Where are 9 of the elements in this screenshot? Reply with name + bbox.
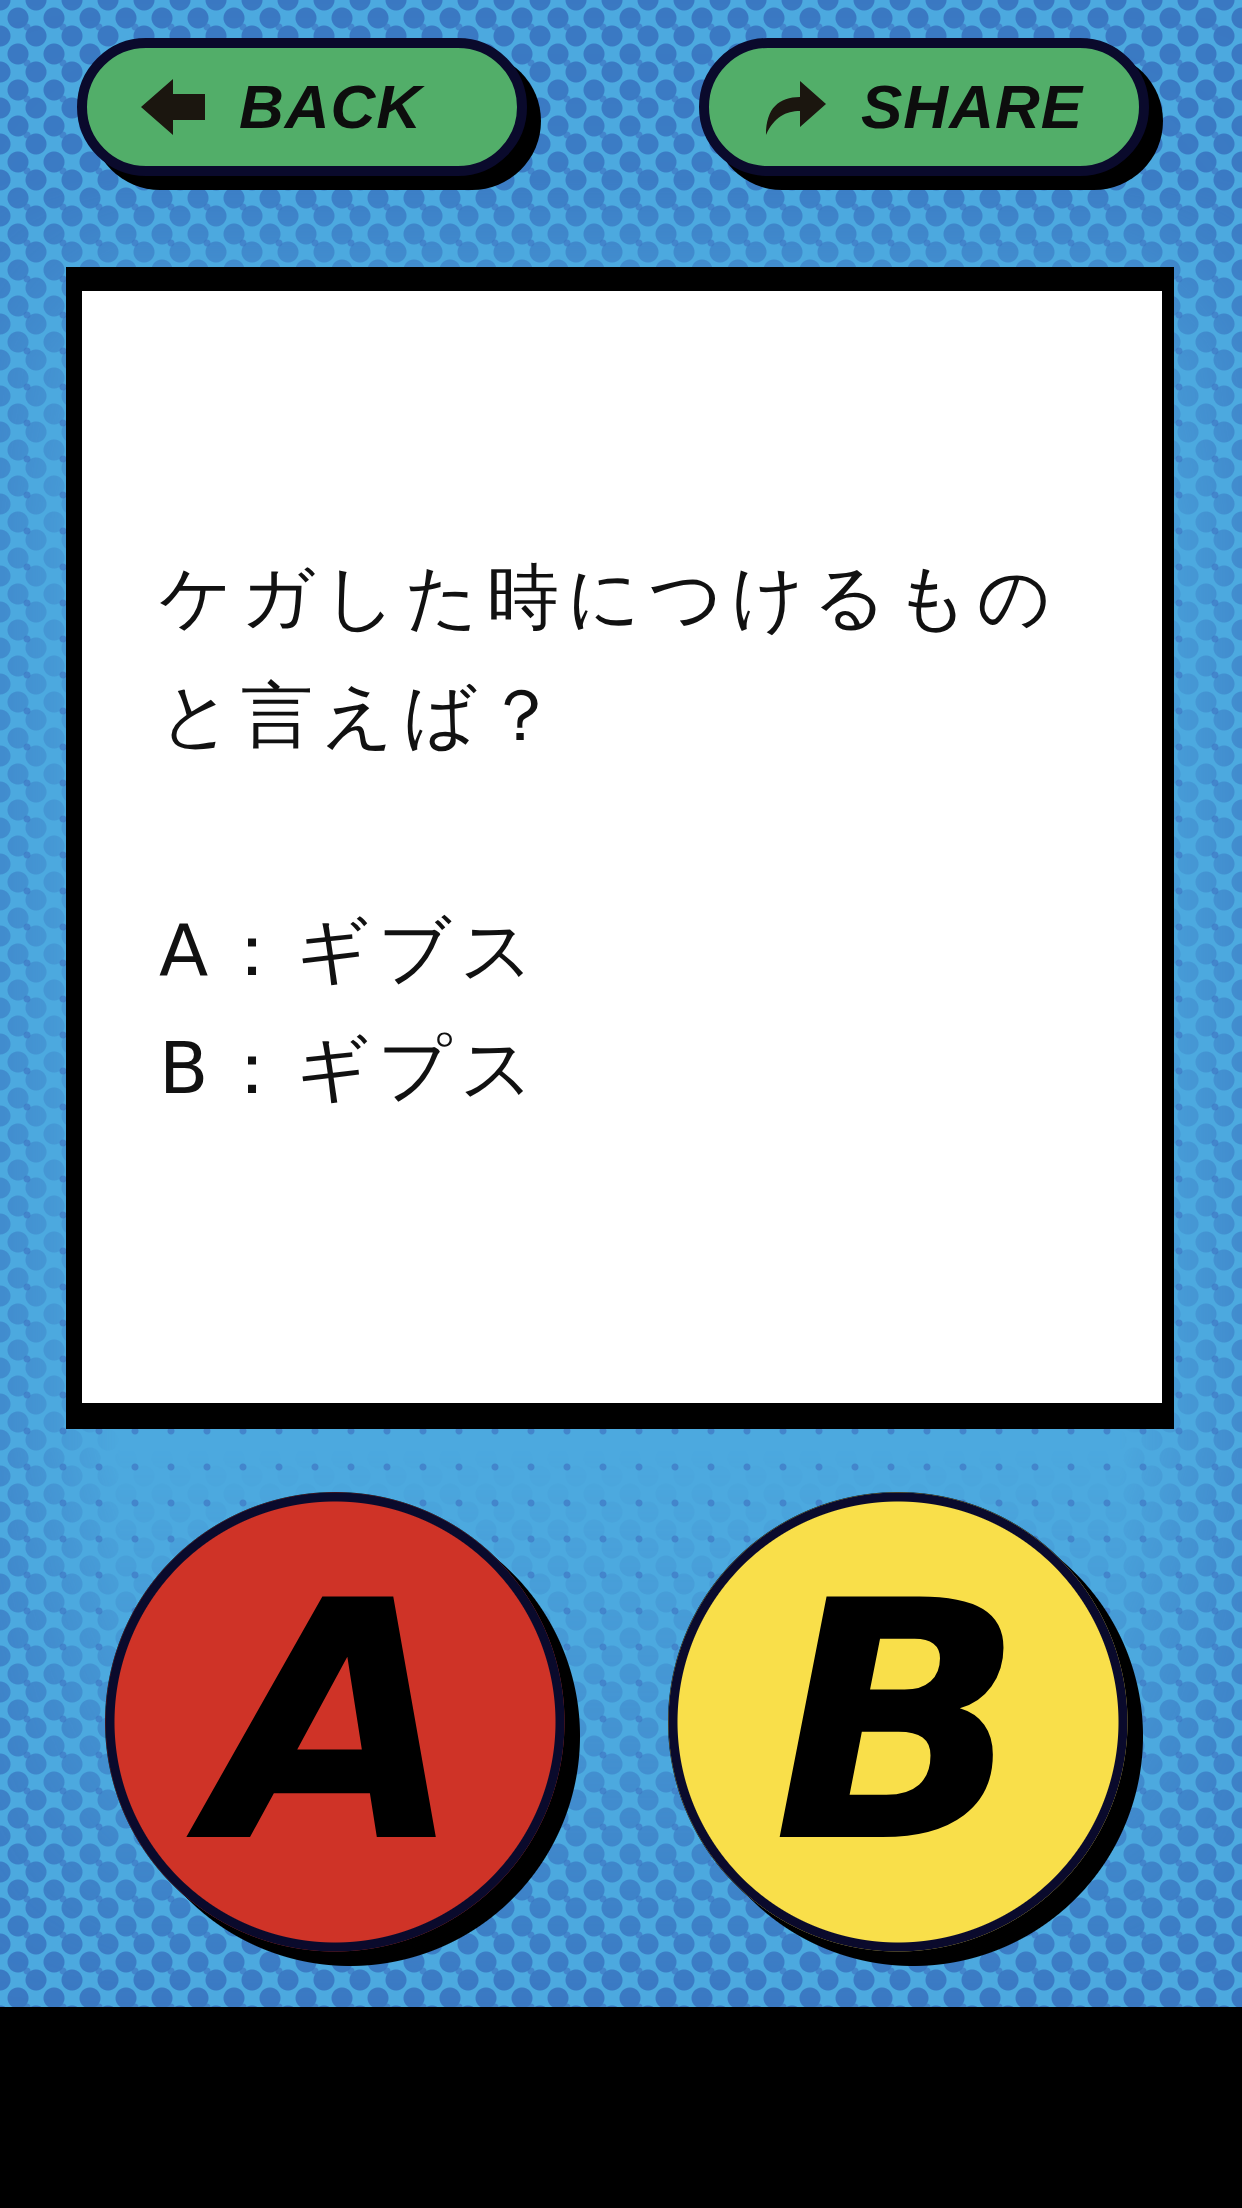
left-arrow-icon: [141, 78, 205, 136]
answer-option-text: B：ギプス: [159, 1025, 544, 1112]
answer-option-text: A：ギブス: [159, 907, 544, 994]
answer-button[interactable]: B: [668, 1492, 1144, 1968]
question-text: ケガした時につけるものと言えば？: [159, 554, 1060, 759]
back-button[interactable]: BACK: [77, 38, 541, 190]
share-button[interactable]: SHARE: [699, 38, 1163, 190]
curved-arrow-icon: [763, 78, 827, 136]
answer-button[interactable]: A: [105, 1492, 581, 1968]
